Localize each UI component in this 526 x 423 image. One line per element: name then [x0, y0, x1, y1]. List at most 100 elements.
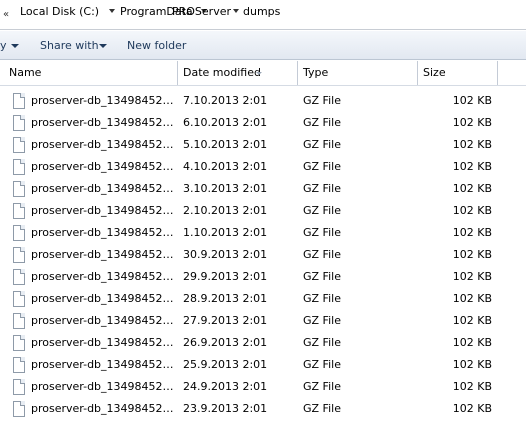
breadcrumb-proserver[interactable]: PROServer	[172, 5, 231, 19]
file-size: 102 KB	[452, 358, 492, 371]
file-icon	[13, 137, 25, 153]
file-date-modified: 4.10.2013 2:01	[183, 160, 268, 173]
file-size: 102 KB	[452, 204, 492, 217]
column-header-type[interactable]: Type	[298, 61, 418, 85]
column-header-size[interactable]: Size	[418, 61, 498, 85]
file-row[interactable]: proserver-db_1349845200... 2.10.2013 2:0…	[0, 200, 526, 222]
column-header-row: Name Date modified Type Size	[0, 61, 526, 86]
file-type: GZ File	[303, 138, 341, 151]
file-type: GZ File	[303, 116, 341, 129]
share-with-button[interactable]: Share with	[40, 38, 99, 53]
file-row[interactable]: proserver-db_1349845200... 6.10.2013 2:0…	[0, 112, 526, 134]
file-row[interactable]: proserver-db_1349845200... 23.9.2013 2:0…	[0, 398, 526, 420]
file-row[interactable]: proserver-db_1349845200... 7.10.2013 2:0…	[0, 90, 526, 112]
file-date-modified: 3.10.2013 2:01	[183, 182, 268, 195]
file-row[interactable]: proserver-db_1349845200... 25.9.2013 2:0…	[0, 354, 526, 376]
file-size: 102 KB	[452, 270, 492, 283]
file-row[interactable]: proserver-db_1349845200... 24.9.2013 2:0…	[0, 376, 526, 398]
file-size: 102 KB	[452, 138, 492, 151]
new-folder-button[interactable]: New folder	[127, 38, 186, 53]
file-name: proserver-db_1349845200...	[31, 116, 176, 129]
file-name: proserver-db_1349845200...	[31, 402, 176, 415]
file-size: 102 KB	[452, 336, 492, 349]
breadcrumb-overflow-icon[interactable]: «	[3, 9, 9, 20]
file-type: GZ File	[303, 358, 341, 371]
file-size: 102 KB	[452, 380, 492, 393]
toolbar-partial-item[interactable]: y	[0, 38, 7, 53]
file-icon	[13, 247, 25, 263]
breadcrumb-dumps[interactable]: dumps	[243, 5, 280, 19]
file-row[interactable]: proserver-db_1349845200... 5.10.2013 2:0…	[0, 134, 526, 156]
file-size: 102 KB	[452, 94, 492, 107]
file-icon	[13, 291, 25, 307]
file-icon	[13, 181, 25, 197]
file-icon	[13, 225, 25, 241]
file-date-modified: 25.9.2013 2:01	[183, 358, 268, 371]
column-header-type-label: Type	[303, 66, 329, 79]
file-row[interactable]: proserver-db_1349845200... 28.9.2013 2:0…	[0, 288, 526, 310]
file-date-modified: 6.10.2013 2:01	[183, 116, 268, 129]
file-icon	[13, 203, 25, 219]
file-type: GZ File	[303, 204, 341, 217]
file-name: proserver-db_1349845200...	[31, 358, 176, 371]
file-name: proserver-db_1349845200...	[31, 204, 176, 217]
file-size: 102 KB	[452, 160, 492, 173]
column-header-name-label: Name	[9, 66, 42, 79]
file-icon	[13, 159, 25, 175]
chevron-down-icon[interactable]	[11, 44, 19, 48]
file-row[interactable]: proserver-db_1349845200... 27.9.2013 2:0…	[0, 310, 526, 332]
file-size: 102 KB	[452, 248, 492, 261]
file-icon	[13, 313, 25, 329]
breadcrumb-local-disk[interactable]: Local Disk (C:)	[20, 5, 99, 19]
file-date-modified: 30.9.2013 2:01	[183, 248, 268, 261]
file-icon	[13, 357, 25, 373]
file-type: GZ File	[303, 402, 341, 415]
column-header-date-label: Date modified	[183, 66, 261, 79]
file-icon	[13, 401, 25, 417]
file-type: GZ File	[303, 292, 341, 305]
file-size: 102 KB	[452, 292, 492, 305]
column-header-size-label: Size	[423, 66, 446, 79]
file-type: GZ File	[303, 270, 341, 283]
file-name: proserver-db_1349845200...	[31, 248, 176, 261]
file-type: GZ File	[303, 314, 341, 327]
file-date-modified: 2.10.2013 2:01	[183, 204, 268, 217]
file-row[interactable]: proserver-db_1349845200... 3.10.2013 2:0…	[0, 178, 526, 200]
file-type: GZ File	[303, 94, 341, 107]
command-bar: y Share with New folder	[0, 31, 526, 60]
file-date-modified: 26.9.2013 2:01	[183, 336, 268, 349]
file-date-modified: 29.9.2013 2:01	[183, 270, 268, 283]
file-type: GZ File	[303, 336, 341, 349]
chevron-down-icon[interactable]	[99, 44, 107, 48]
column-header-name[interactable]: Name	[4, 61, 178, 85]
file-row[interactable]: proserver-db_1349845200... 29.9.2013 2:0…	[0, 266, 526, 288]
file-type: GZ File	[303, 160, 341, 173]
file-name: proserver-db_1349845200...	[31, 182, 176, 195]
file-row[interactable]: proserver-db_1349845200... 4.10.2013 2:0…	[0, 156, 526, 178]
file-icon	[13, 335, 25, 351]
column-header-date-modified[interactable]: Date modified	[178, 61, 298, 85]
chevron-right-icon[interactable]	[109, 9, 115, 13]
file-date-modified: 7.10.2013 2:01	[183, 94, 268, 107]
file-row[interactable]: proserver-db_1349845200... 30.9.2013 2:0…	[0, 244, 526, 266]
file-date-modified: 27.9.2013 2:01	[183, 314, 268, 327]
file-size: 102 KB	[452, 116, 492, 129]
file-icon	[13, 115, 25, 131]
file-name: proserver-db_1349845200...	[31, 336, 176, 349]
file-name: proserver-db_1349845200...	[31, 270, 176, 283]
file-size: 102 KB	[452, 182, 492, 195]
file-icon	[13, 379, 25, 395]
file-size: 102 KB	[452, 402, 492, 415]
address-bar[interactable]: « Local Disk (C:) ProgramData PROServer …	[0, 0, 526, 30]
chevron-right-icon[interactable]	[233, 9, 239, 13]
file-type: GZ File	[303, 380, 341, 393]
file-name: proserver-db_1349845200...	[31, 138, 176, 151]
file-name: proserver-db_1349845200...	[31, 94, 176, 107]
file-type: GZ File	[303, 226, 341, 239]
file-date-modified: 5.10.2013 2:01	[183, 138, 268, 151]
file-row[interactable]: proserver-db_1349845200... 1.10.2013 2:0…	[0, 222, 526, 244]
file-date-modified: 24.9.2013 2:01	[183, 380, 268, 393]
file-size: 102 KB	[452, 314, 492, 327]
file-row[interactable]: proserver-db_1349845200... 26.9.2013 2:0…	[0, 332, 526, 354]
file-list: proserver-db_1349845200... 7.10.2013 2:0…	[0, 90, 526, 420]
